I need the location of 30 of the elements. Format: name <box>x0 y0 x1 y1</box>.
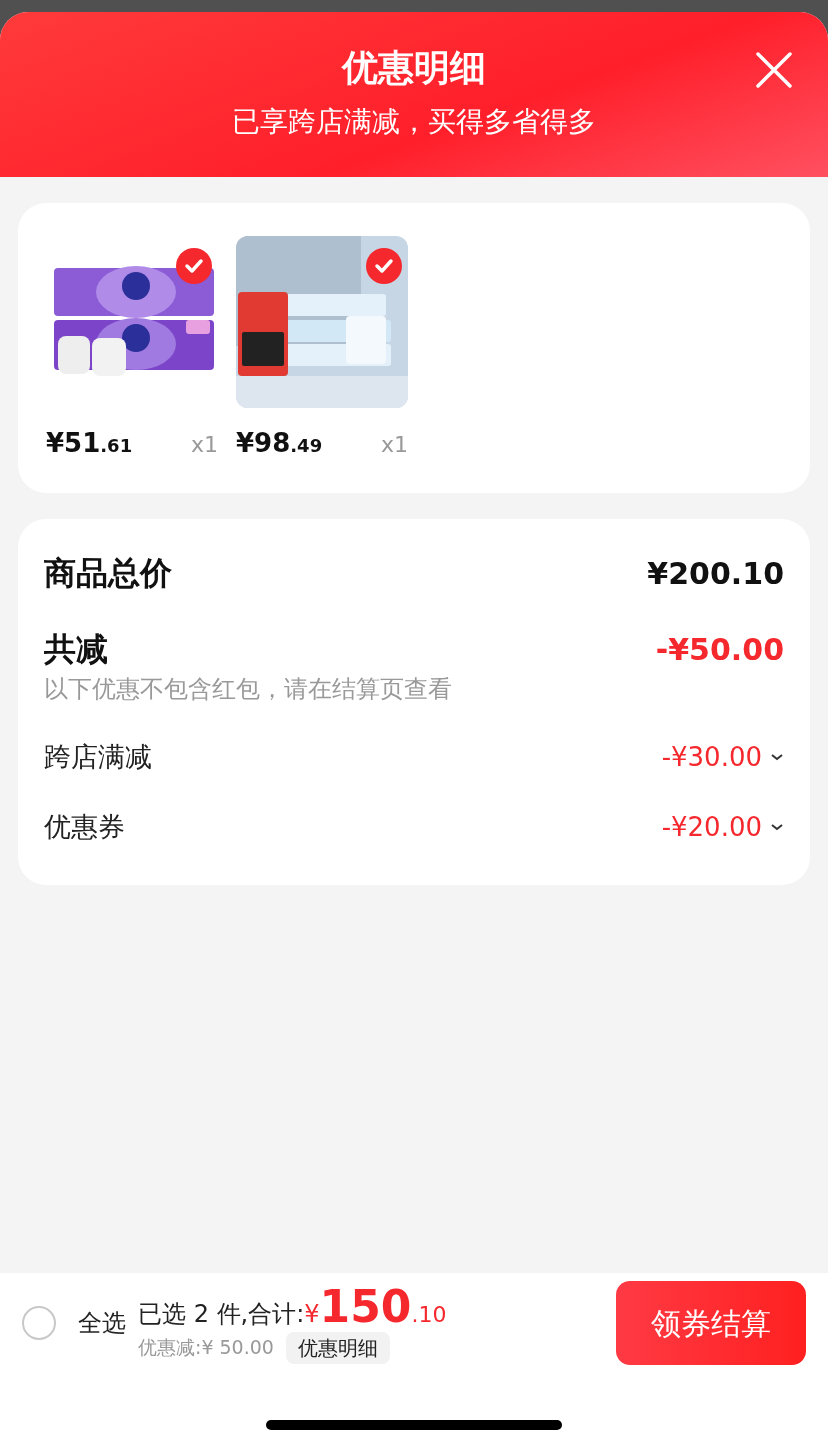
detail-button[interactable]: 优惠明细 <box>285 1331 390 1364</box>
reduction-label: 共减 <box>44 629 108 670</box>
total-amount: ¥200.10 <box>647 554 784 593</box>
discount-total: 优惠减:¥ 50.00 <box>138 1335 274 1361</box>
chevron-icon <box>770 752 784 762</box>
currency-symbol: ¥ <box>304 1298 320 1330</box>
close-icon <box>754 50 794 90</box>
chevron-icon <box>770 822 784 832</box>
total-price-cents: .10 <box>411 1300 447 1329</box>
total-label: 商品总价 <box>44 553 172 594</box>
checkout-button[interactable]: 领券结算 <box>616 1281 806 1365</box>
discount-label: 跨店满减 <box>44 739 152 774</box>
price-cents: .61 <box>100 434 133 458</box>
total-price: 150 <box>319 1282 412 1331</box>
selected-summary: 已选 2 件,合计: <box>138 1298 305 1330</box>
discount-amount: -¥30.00 <box>661 740 762 774</box>
discount-label: 优惠券 <box>44 809 125 844</box>
quantity: x1 <box>190 431 218 459</box>
sheet-title: 优惠明细 <box>342 46 486 90</box>
close-button[interactable] <box>754 50 794 90</box>
reduction-amount: -¥50.00 <box>655 630 784 669</box>
price: ¥51 <box>46 427 101 460</box>
price: ¥98 <box>236 427 291 460</box>
select-all-checkbox[interactable] <box>22 1306 56 1340</box>
reduction-note: 以下优惠不包含红包，请在结算页查看 <box>44 674 453 705</box>
quantity: x1 <box>380 431 408 459</box>
discount-amount: -¥20.00 <box>661 810 762 844</box>
sheet-subtitle: 已享跨店满减，买得多省得多 <box>232 104 596 140</box>
price-cents: .49 <box>290 434 323 458</box>
select-all-label[interactable]: 全选 <box>78 1305 126 1341</box>
